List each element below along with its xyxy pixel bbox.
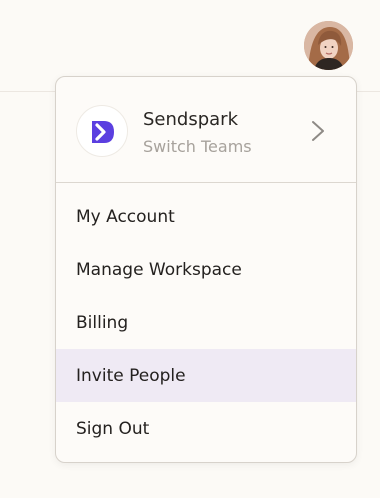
menu-items: My Account Manage Workspace Billing Invi… bbox=[56, 183, 356, 455]
avatar-image bbox=[304, 21, 353, 70]
menu-item-label: Billing bbox=[76, 312, 129, 333]
menu-item-manage-workspace[interactable]: Manage Workspace bbox=[56, 243, 356, 296]
menu-item-billing[interactable]: Billing bbox=[56, 296, 356, 349]
menu-item-my-account[interactable]: My Account bbox=[56, 190, 356, 243]
switch-teams-label: Switch Teams bbox=[143, 137, 252, 156]
chevron-right-icon bbox=[312, 121, 324, 141]
menu-item-label: Invite People bbox=[76, 365, 186, 386]
account-dropdown-menu: Sendspark Switch Teams My Account Manage… bbox=[55, 76, 357, 463]
menu-item-label: Sign Out bbox=[76, 418, 150, 439]
team-name: Sendspark bbox=[143, 109, 238, 130]
sendspark-logo-icon bbox=[76, 105, 128, 157]
menu-item-label: Manage Workspace bbox=[76, 259, 242, 280]
user-avatar[interactable] bbox=[304, 21, 353, 70]
menu-item-label: My Account bbox=[76, 206, 175, 227]
team-switcher[interactable]: Sendspark Switch Teams bbox=[56, 77, 356, 183]
menu-item-sign-out[interactable]: Sign Out bbox=[56, 402, 356, 455]
menu-item-invite-people[interactable]: Invite People bbox=[56, 349, 356, 402]
